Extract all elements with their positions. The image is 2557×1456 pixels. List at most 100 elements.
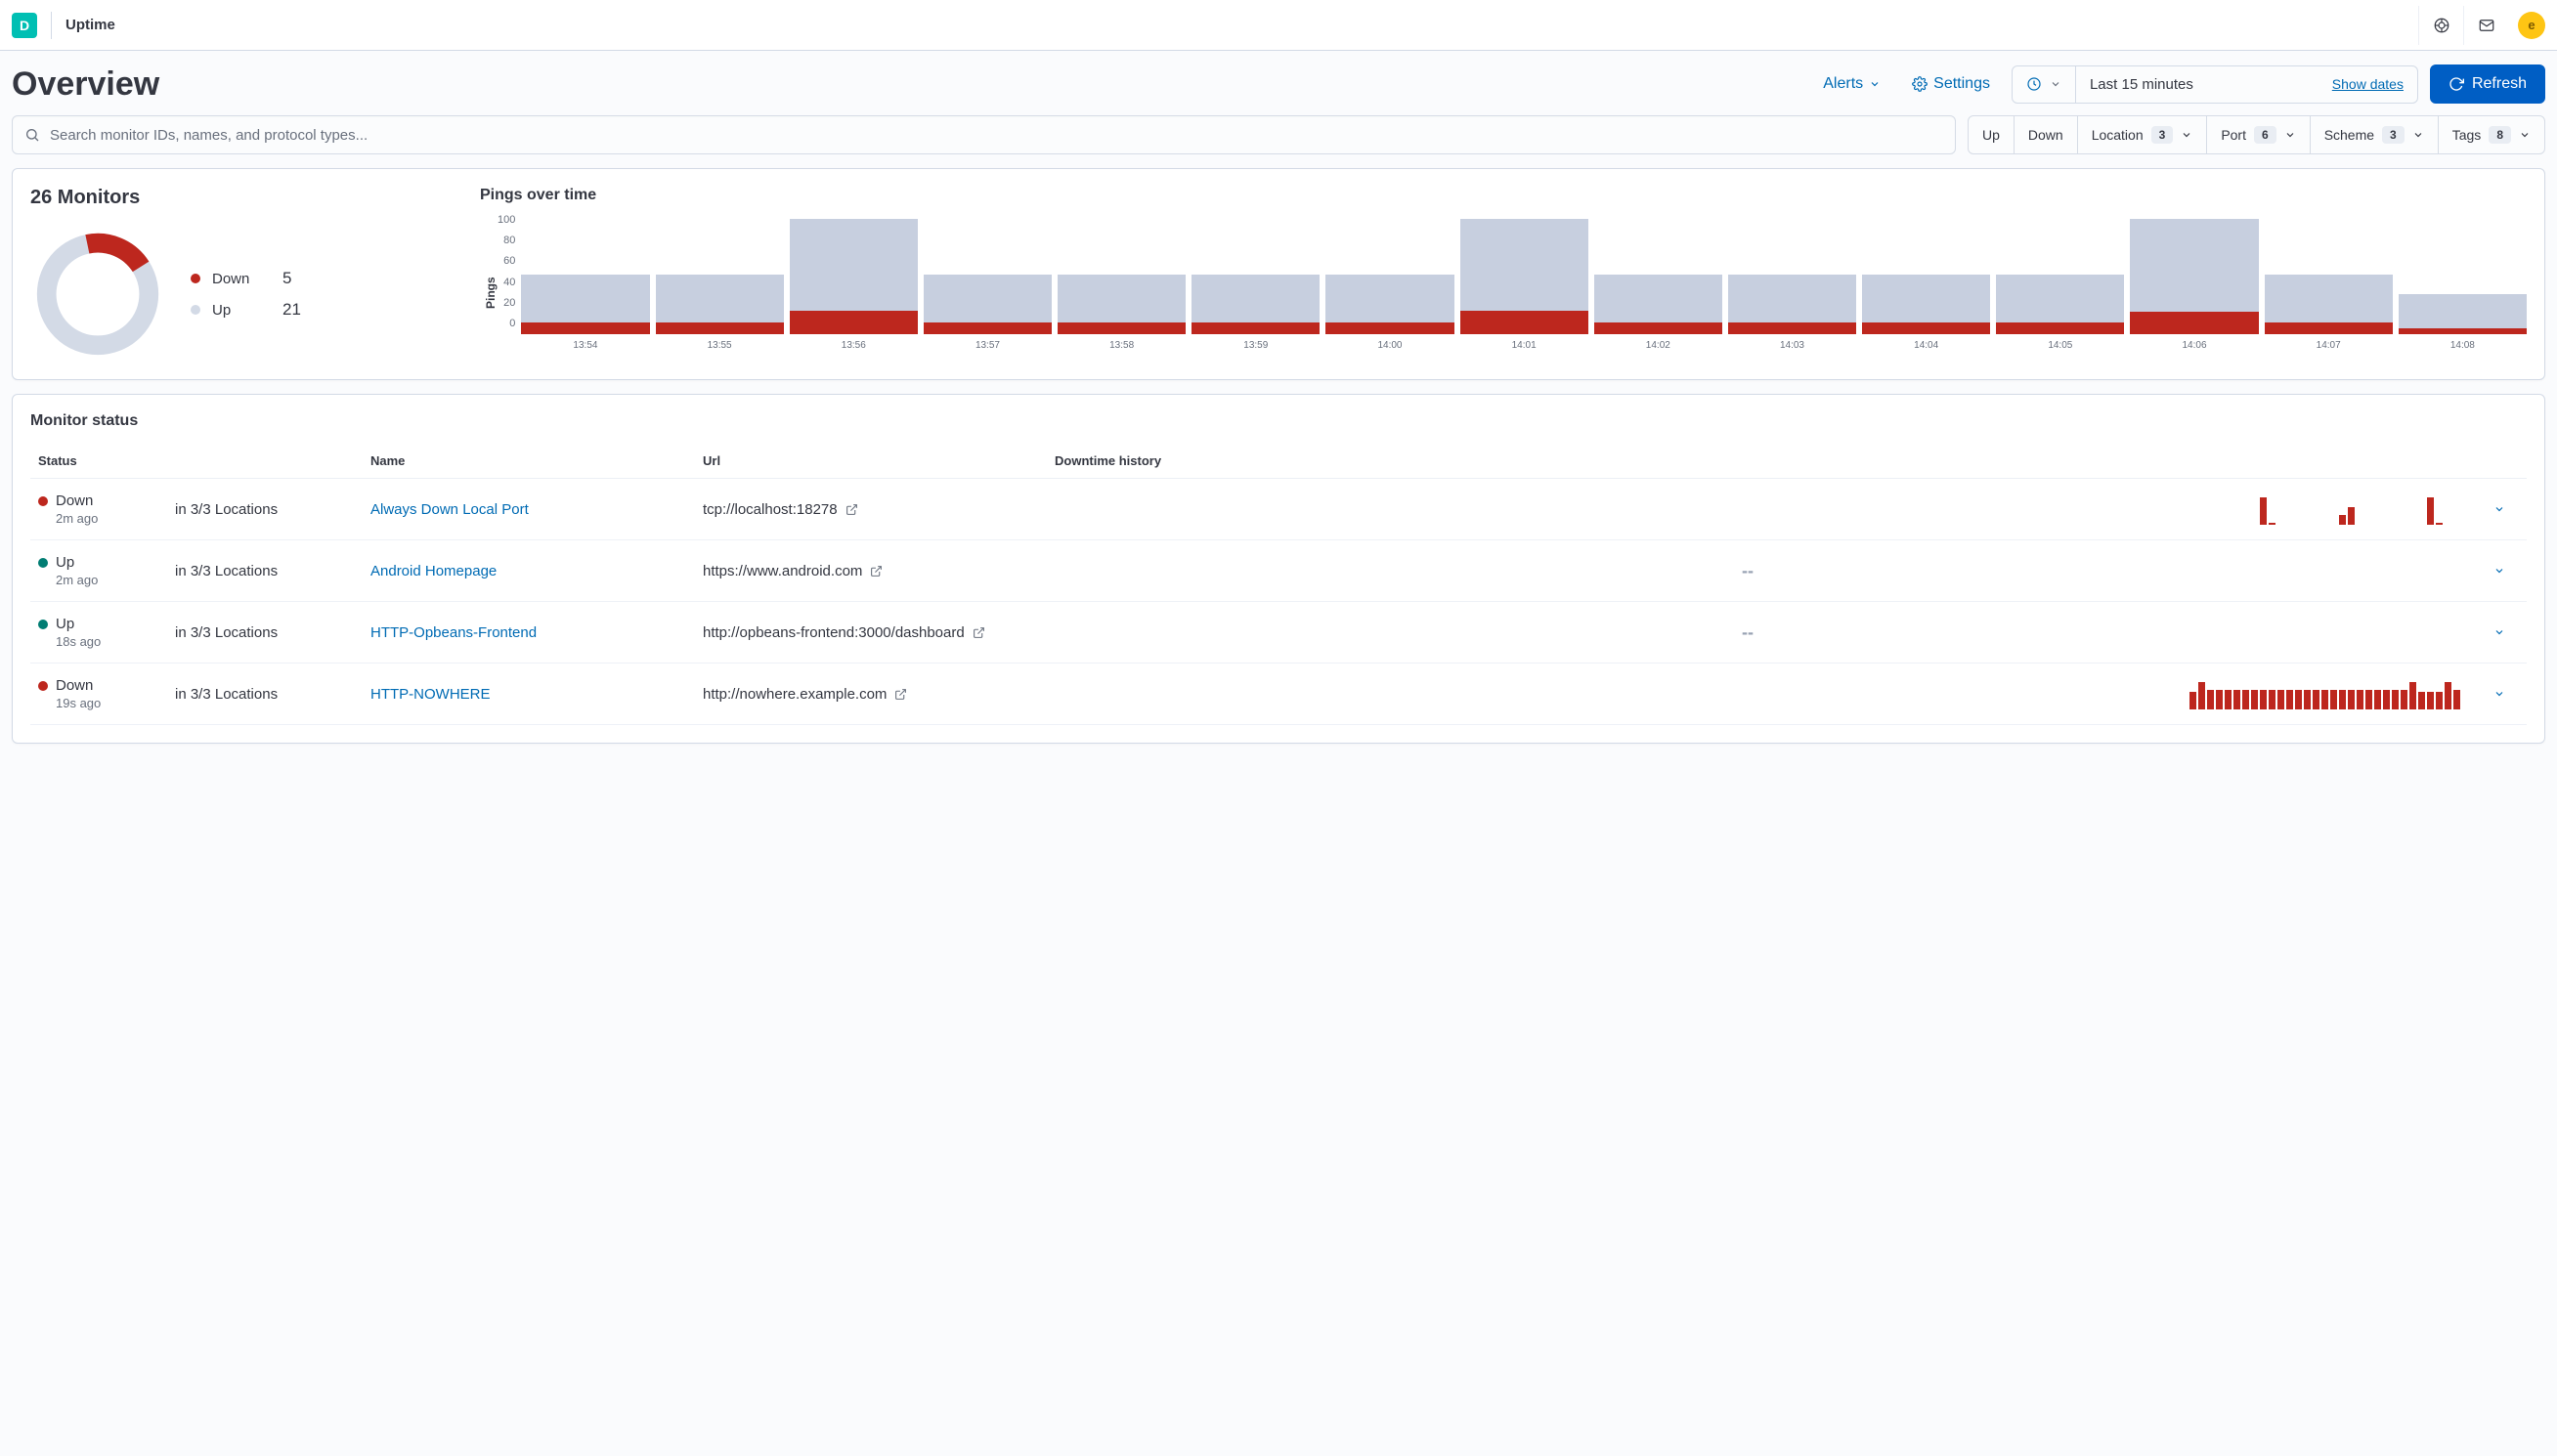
downtime-bar: [2392, 524, 2399, 525]
filter-row: Up Down Location 3 Port 6 Scheme 3 Tags …: [12, 115, 2545, 154]
newsfeed-icon-button[interactable]: [2418, 6, 2463, 45]
url-cell: https://www.android.com: [703, 563, 1055, 579]
table-row: Up2m agoin 3/3 LocationsAndroid Homepage…: [30, 540, 2527, 602]
downtime-bar: [2277, 690, 2284, 709]
downtime-bar: [2445, 682, 2451, 709]
filter-tags[interactable]: Tags 8: [2438, 116, 2544, 153]
x-tick: 13:56: [842, 340, 866, 351]
legend-down-value: 5: [282, 269, 291, 288]
legend-down-label: Down: [212, 271, 271, 287]
downtime-empty: --: [1055, 561, 2480, 581]
downtime-bar: [2242, 524, 2249, 525]
breadcrumb-uptime[interactable]: Uptime: [65, 17, 115, 33]
downtime-bar: [2339, 690, 2346, 709]
downtime-bar: [2304, 690, 2311, 709]
downtime-bar: [2427, 692, 2434, 709]
expand-row-button[interactable]: [2480, 626, 2519, 638]
downtime-bar: [2436, 692, 2443, 709]
y-tick: 20: [498, 297, 515, 309]
downtime-bar: [2295, 524, 2302, 525]
external-link-icon[interactable]: [845, 503, 858, 516]
x-tick: 14:07: [2317, 340, 2341, 351]
app-logo-badge[interactable]: D: [12, 13, 37, 38]
expand-row-button[interactable]: [2480, 503, 2519, 515]
filter-location-count: 3: [2151, 126, 2174, 144]
pings-bar-down: [790, 311, 918, 334]
pings-bar-up: [1192, 275, 1320, 323]
downtime-bar: [2357, 690, 2363, 709]
filter-location[interactable]: Location 3: [2077, 116, 2207, 153]
show-dates-link[interactable]: Show dates: [2332, 76, 2404, 92]
chevron-down-icon: [2519, 129, 2531, 141]
filter-down[interactable]: Down: [2014, 116, 2077, 153]
downtime-bar: [2251, 524, 2258, 525]
downtime-bar: [2453, 524, 2460, 525]
x-tick: 13:54: [573, 340, 597, 351]
mail-icon-button[interactable]: [2463, 6, 2508, 45]
pings-bars-area: 13:5413:5513:5613:5713:5813:5914:0014:01…: [521, 214, 2527, 351]
table-row: Down19s agoin 3/3 LocationsHTTP-NOWHEREh…: [30, 664, 2527, 725]
downtime-bar: [2233, 690, 2240, 709]
search-input[interactable]: [50, 127, 1943, 144]
time-quick-select[interactable]: [2013, 66, 2075, 103]
downtime-empty: --: [1055, 622, 2480, 643]
downtime-bar: [2453, 690, 2460, 709]
pings-chart-title: Pings over time: [480, 187, 2527, 204]
downtime-bar: [2286, 690, 2293, 709]
status-time: 2m ago: [38, 511, 175, 526]
page-header-row: Overview Alerts Settings Last 15 minutes…: [12, 64, 2545, 104]
downtime-bar: [2348, 507, 2355, 525]
monitor-status-table: Status Name Url Downtime history Down2m …: [30, 444, 2527, 725]
x-tick: 14:08: [2450, 340, 2475, 351]
search-box[interactable]: [12, 115, 1956, 154]
alerts-button[interactable]: Alerts: [1813, 69, 1890, 99]
x-tick: 13:59: [1243, 340, 1268, 351]
pings-bar-up: [521, 275, 649, 323]
chevron-down-icon: [2493, 565, 2505, 577]
refresh-button[interactable]: Refresh: [2430, 64, 2545, 104]
chevron-down-icon: [2412, 129, 2424, 141]
pings-chart-block: Pings over time Pings 100806040200 13:54…: [480, 187, 2527, 362]
url-cell: http://opbeans-frontend:3000/dashboard: [703, 624, 1055, 641]
pings-bar-column: 13:59: [1192, 219, 1320, 351]
monitor-name-link[interactable]: Android Homepage: [370, 563, 497, 579]
expand-row-button[interactable]: [2480, 565, 2519, 577]
pings-bar-column: 14:02: [1594, 219, 1722, 351]
pings-bar-up: [2130, 219, 2258, 312]
external-link-icon[interactable]: [894, 688, 907, 701]
settings-label: Settings: [1933, 75, 1990, 93]
filter-scheme-count: 3: [2382, 126, 2405, 144]
chevron-down-icon: [1869, 78, 1881, 90]
external-link-icon[interactable]: [973, 626, 985, 639]
downtime-bar: [2313, 690, 2319, 709]
pings-bar-column: 14:01: [1460, 219, 1588, 351]
filter-port[interactable]: Port 6: [2206, 116, 2309, 153]
filter-scheme[interactable]: Scheme 3: [2310, 116, 2438, 153]
filter-up[interactable]: Up: [1969, 116, 2014, 153]
monitor-name-link[interactable]: HTTP-NOWHERE: [370, 686, 491, 703]
legend-up-value: 21: [282, 300, 301, 320]
downtime-bar: [2418, 524, 2425, 525]
monitor-name-link[interactable]: Always Down Local Port: [370, 501, 529, 518]
pings-bar-down: [1058, 322, 1186, 334]
breadcrumb-separator: [51, 12, 52, 39]
locations-cell: in 3/3 Locations: [175, 624, 370, 641]
downtime-bar: [2374, 690, 2381, 709]
pings-bar-down: [1728, 322, 1856, 334]
monitor-name-link[interactable]: HTTP-Opbeans-Frontend: [370, 624, 537, 641]
pings-bar-down: [1325, 322, 1453, 334]
user-avatar[interactable]: e: [2518, 12, 2545, 39]
x-tick: 14:02: [1646, 340, 1670, 351]
external-link-icon[interactable]: [870, 565, 883, 578]
time-range-display[interactable]: Last 15 minutes Show dates: [2075, 66, 2417, 103]
settings-button[interactable]: Settings: [1902, 69, 2000, 99]
status-time: 2m ago: [38, 573, 175, 587]
pings-bar-up: [1325, 275, 1453, 323]
downtime-bar: [2277, 524, 2284, 525]
pings-bar-up: [1058, 275, 1186, 323]
downtime-bar: [2216, 524, 2223, 525]
monitors-legend: Down 5 Up 21: [191, 263, 301, 325]
pings-bar-down: [1594, 322, 1722, 334]
expand-row-button[interactable]: [2480, 688, 2519, 700]
x-tick: 14:05: [2048, 340, 2072, 351]
